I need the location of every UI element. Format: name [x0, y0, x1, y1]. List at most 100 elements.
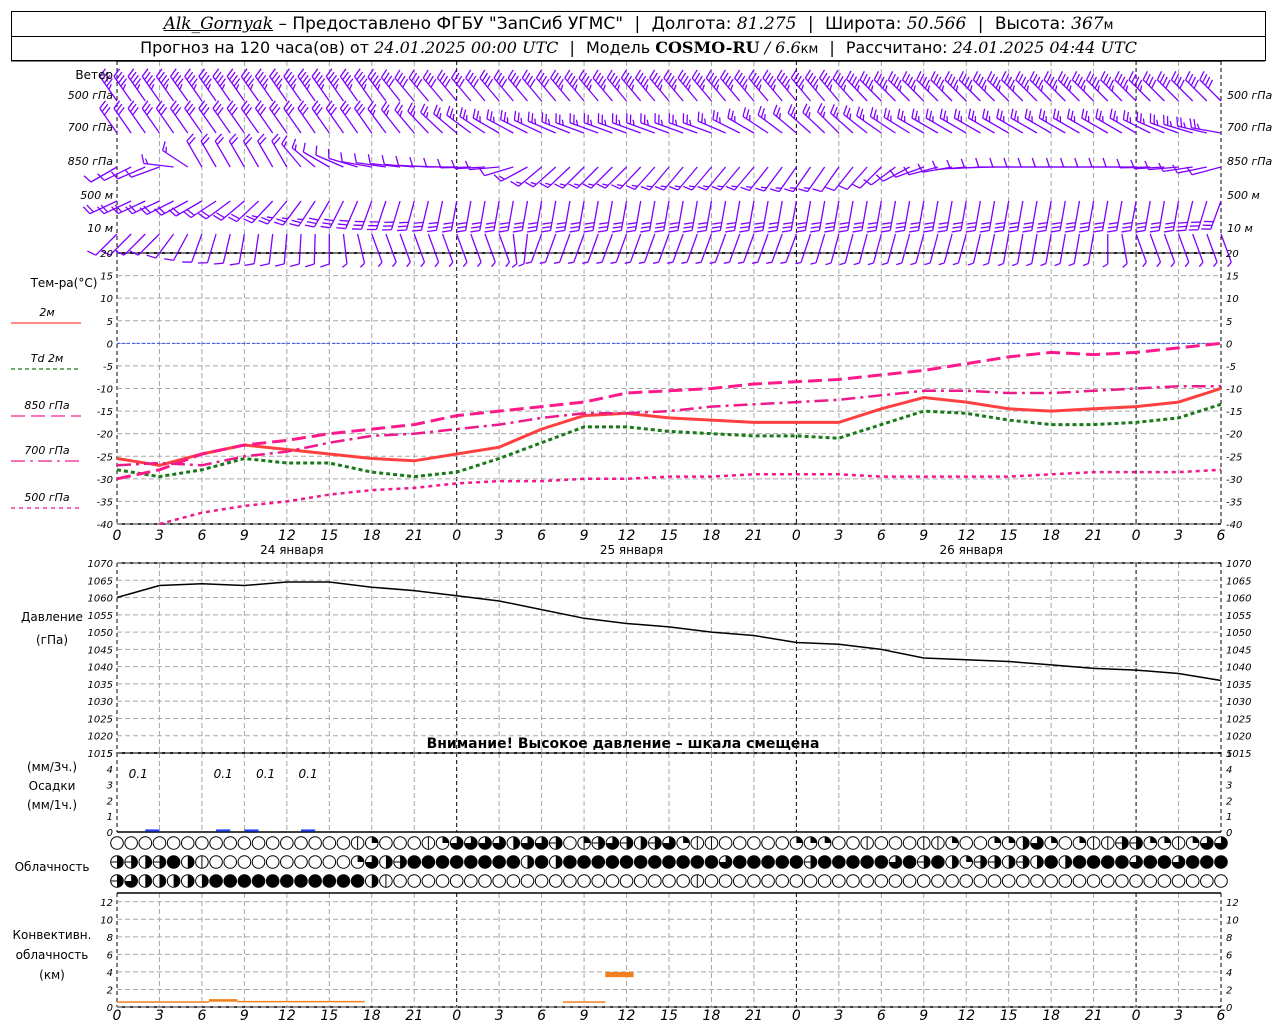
- wind-barb-staff: [127, 108, 146, 134]
- x-tick-label: 12: [957, 1008, 975, 1024]
- wind-barb-feather: [838, 229, 848, 233]
- y-tick-label-right: -25: [1226, 452, 1242, 463]
- wind-barb-feather: [916, 71, 922, 81]
- wind-barb: [1107, 200, 1123, 233]
- wind-barb-feather: [839, 262, 846, 266]
- wind-barb-feather: [609, 72, 616, 82]
- wind-barb-staff: [521, 200, 529, 231]
- wind-barb-feather: [1142, 118, 1145, 125]
- wind-barb: [839, 233, 854, 266]
- cloud-circle: [237, 836, 252, 850]
- y-tick-label-right: 4: [1226, 968, 1232, 979]
- wind-barb-feather: [472, 108, 476, 119]
- wind-barb-feather: [251, 215, 258, 218]
- wind-barb-staff: [889, 200, 897, 231]
- wind-barb: [352, 200, 373, 230]
- wind-barb-feather: [994, 225, 1005, 229]
- cloud-circle: [959, 874, 974, 888]
- cloud-half: [1022, 836, 1030, 850]
- wind-barb-feather: [136, 83, 141, 90]
- cloud-circle: [577, 855, 591, 869]
- cloud-symbol: [1171, 855, 1186, 869]
- wind-barb-staff: [127, 76, 146, 102]
- wind-barb-feather: [824, 75, 831, 85]
- wind-barb-staff: [601, 233, 613, 263]
- temp-series-t500: [159, 468, 1222, 526]
- wind-barb-staff: [427, 233, 440, 263]
- wind-barb-feather: [811, 222, 821, 225]
- wind-barb: [611, 200, 628, 233]
- cloud-circle: [322, 855, 337, 869]
- cloud-circle: [761, 855, 775, 869]
- wind-barb-feather: [856, 85, 860, 91]
- y-tick-label-right: 1040: [1226, 663, 1251, 674]
- x-tick-label: 0: [452, 1008, 461, 1024]
- wind-barb-staff: [298, 233, 302, 264]
- wind-barb-feather: [230, 213, 240, 220]
- wind-barb-feather: [439, 112, 442, 119]
- wind-level-label-right: 500 гПа: [1227, 89, 1273, 102]
- wind-barb-feather: [409, 156, 414, 167]
- wind-barb-staff: [459, 115, 486, 134]
- wind-barb-staff: [484, 233, 496, 263]
- x-tick-label: 6: [877, 1008, 886, 1024]
- wind-barb: [113, 100, 132, 134]
- wind-barb: [1135, 200, 1151, 233]
- pressure-title: Давление: [21, 610, 83, 624]
- y-tick-label-left: -30: [97, 475, 113, 486]
- cloud-symbol: [832, 855, 846, 869]
- wind-barb-feather: [873, 109, 877, 119]
- cloud-half: [159, 855, 166, 869]
- wind-barb-feather: [595, 72, 602, 82]
- wind-barb-feather: [1026, 85, 1030, 92]
- wind-barb: [909, 200, 925, 233]
- wind-barb: [967, 108, 995, 134]
- cloud-symbol: [789, 836, 804, 850]
- wind-barb-feather: [879, 76, 885, 86]
- wind-barb-staff: [162, 149, 189, 168]
- wind-barb-staff: [141, 108, 160, 134]
- wind-barb-staff: [748, 166, 769, 191]
- wind-barb-feather: [900, 110, 904, 121]
- wind-barb-feather: [887, 71, 894, 81]
- wind-barb-feather: [1035, 76, 1041, 86]
- wind-barb-staff: [887, 233, 897, 264]
- wind-barb-feather: [470, 75, 477, 85]
- cloud-symbol: [775, 874, 790, 888]
- wind-barb-feather: [526, 229, 537, 233]
- x-tick-label: 9: [580, 528, 589, 544]
- wind-barb-feather: [336, 227, 346, 230]
- wind-barb-feather: [975, 157, 980, 168]
- conv-title-1: Конвективн.: [13, 928, 92, 942]
- cloud-symbol: [336, 855, 351, 869]
- wind-barb-feather: [649, 69, 656, 79]
- wind-barb-feather: [881, 262, 888, 266]
- wind-barb: [259, 233, 274, 267]
- cloud-circle: [690, 855, 705, 869]
- wind-barb-feather: [452, 113, 455, 120]
- cloud-circle: [761, 874, 775, 888]
- wind-barb-feather: [213, 262, 224, 265]
- wind-barb-feather: [1176, 76, 1182, 86]
- wind-barb: [682, 200, 698, 233]
- wind-barb-staff: [339, 108, 359, 134]
- wind-barb: [127, 100, 146, 134]
- precip-unit-3h: (мм/3ч.): [27, 760, 77, 774]
- cloud-circle: [973, 874, 988, 888]
- wind-barb-staff: [757, 233, 769, 263]
- cloud-symbol: [166, 836, 181, 850]
- wind-barb-feather: [550, 69, 557, 79]
- cloud-circle: [633, 874, 648, 888]
- wind-barb-feather: [928, 110, 933, 121]
- wind-barb-staff: [1144, 200, 1151, 231]
- wind-barb-staff: [200, 140, 217, 168]
- wind-barb-feather: [981, 222, 991, 225]
- wind-barb: [867, 233, 882, 266]
- precip-3h-label: 0.1: [214, 767, 233, 781]
- y-tick-label-left: 20: [100, 249, 113, 260]
- cloud-symbol: [1030, 855, 1044, 869]
- wind-barb: [1024, 108, 1052, 134]
- wind-barb: [951, 200, 967, 233]
- x-tick-label: 12: [278, 1008, 296, 1024]
- wind-barb: [923, 200, 939, 233]
